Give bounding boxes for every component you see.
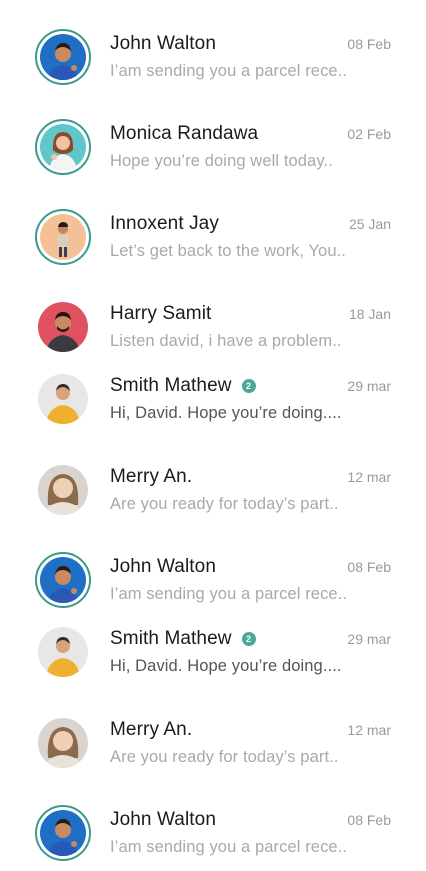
unread-count-badge: 2 <box>241 632 256 646</box>
avatar[interactable] <box>38 374 88 424</box>
contact-name: John Walton <box>110 556 217 577</box>
conversation-row[interactable]: Monica Randawa 02 Feb Hope you’re doing … <box>0 115 426 185</box>
message-date: 29 mar <box>347 378 391 394</box>
contact-name: Harry Samit <box>110 303 212 324</box>
avatar[interactable] <box>40 810 86 856</box>
conversation-row[interactable]: John Walton 08 Feb I’am sending you a pa… <box>0 25 426 95</box>
avatar[interactable] <box>38 302 88 352</box>
conversation-row[interactable]: Harry Samit 18 Jan Listen david, i have … <box>0 295 426 365</box>
conversation-row[interactable]: Merry An. 12 mar Are you ready for today… <box>0 711 426 781</box>
conversation-row[interactable]: John Walton 08 Feb I’am sending you a pa… <box>0 801 426 871</box>
avatar-smith-mathew-icon <box>38 374 88 424</box>
avatar-frame <box>35 462 91 518</box>
avatar[interactable] <box>40 34 86 80</box>
contact-name: Merry An. <box>110 466 193 487</box>
avatar-john-walton-icon <box>40 34 86 80</box>
avatar[interactable] <box>40 557 86 603</box>
avatar-john-walton-icon <box>40 810 86 856</box>
message-date: 02 Feb <box>347 126 391 142</box>
message-preview: I’am sending you a parcel rece.. <box>110 62 348 80</box>
avatar-ring <box>35 29 91 85</box>
avatar-frame <box>35 715 91 771</box>
message-date: 25 Jan <box>348 216 391 232</box>
avatar-innoxent-jay-icon <box>40 214 86 260</box>
conversation-row[interactable]: Smith Mathew 2 29 mar Hi, David. Hope you… <box>0 620 426 690</box>
avatar-ring <box>35 805 91 861</box>
contact-name: Merry An. <box>110 719 193 740</box>
avatar[interactable] <box>38 627 88 677</box>
avatar-ring <box>35 552 91 608</box>
message-preview: I’am sending you a parcel rece.. <box>110 838 348 856</box>
message-preview: Are you ready for today’s part.. <box>110 495 339 513</box>
message-date: 29 mar <box>347 631 391 647</box>
avatar[interactable] <box>38 465 88 515</box>
avatar-merry-an-icon <box>38 718 88 768</box>
contact-name: Smith Mathew 2 <box>110 375 256 397</box>
message-preview: Listen david, i have a problem.. <box>110 332 342 350</box>
conversation-list: John Walton 08 Feb I’am sending you a pa… <box>0 0 426 861</box>
avatar-frame <box>35 299 91 355</box>
avatar-frame <box>35 624 91 680</box>
message-preview: Hi, David. Hope you’re doing.... <box>110 657 342 675</box>
avatar[interactable] <box>40 124 86 170</box>
contact-name: John Walton <box>110 33 217 54</box>
message-date: 08 Feb <box>347 812 391 828</box>
conversation-row[interactable]: Merry An. 12 mar Are you ready for today… <box>0 458 426 528</box>
conversation-row[interactable]: John Walton 08 Feb I’am sending you a pa… <box>0 548 426 618</box>
message-date: 12 mar <box>347 722 391 738</box>
avatar-ring <box>35 119 91 175</box>
avatar-frame <box>35 371 91 427</box>
message-date: 12 mar <box>347 469 391 485</box>
avatar-ring <box>35 209 91 265</box>
avatar-harry-samit-icon <box>38 302 88 352</box>
avatar[interactable] <box>40 214 86 260</box>
contact-name: John Walton <box>110 809 217 830</box>
message-preview: Are you ready for today’s part.. <box>110 748 339 766</box>
avatar-smith-mathew-icon <box>38 627 88 677</box>
message-date: 08 Feb <box>347 36 391 52</box>
message-preview: Let’s get back to the work, You.. <box>110 242 346 260</box>
unread-count-badge: 2 <box>241 379 256 393</box>
message-preview: Hope you’re doing well today.. <box>110 152 333 170</box>
conversation-row[interactable]: Smith Mathew 2 29 mar Hi, David. Hope you… <box>0 367 426 437</box>
avatar[interactable] <box>38 718 88 768</box>
contact-name: Smith Mathew 2 <box>110 628 256 650</box>
message-preview: I’am sending you a parcel rece.. <box>110 585 348 603</box>
avatar-monica-randawa-icon <box>40 124 86 170</box>
avatar-merry-an-icon <box>38 465 88 515</box>
message-preview: Hi, David. Hope you’re doing.... <box>110 404 342 422</box>
contact-name: Monica Randawa <box>110 123 259 144</box>
message-date: 18 Jan <box>348 306 391 322</box>
conversation-row[interactable]: Innoxent Jay 25 Jan Let’s get back to th… <box>0 205 426 275</box>
contact-name: Innoxent Jay <box>110 213 219 234</box>
avatar-john-walton-icon <box>40 557 86 603</box>
message-date: 08 Feb <box>347 559 391 575</box>
